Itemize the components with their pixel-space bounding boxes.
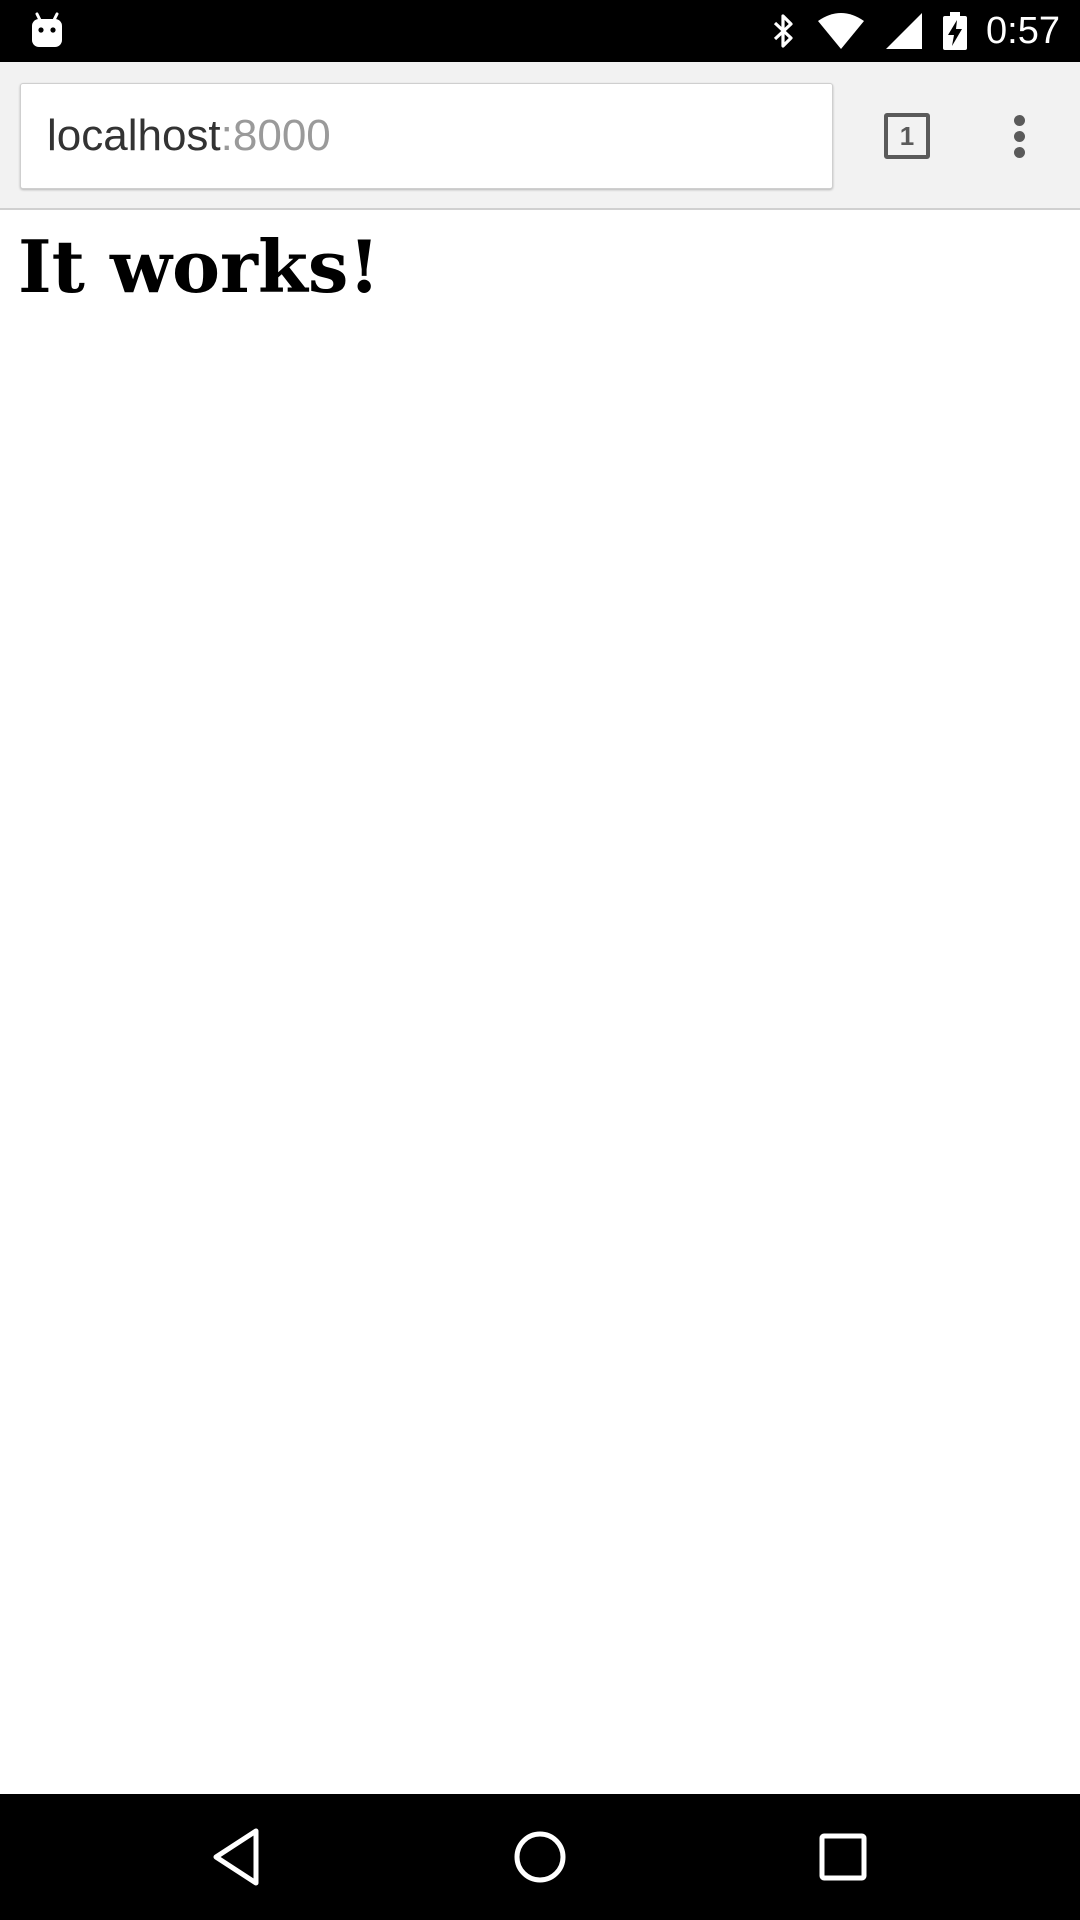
url-bar[interactable]: localhost:8000 [20,83,833,189]
tab-count: 1 [899,120,915,151]
battery-charging-icon [942,11,968,51]
back-button[interactable] [196,1817,276,1897]
status-clock: 0:57 [986,10,1060,52]
home-icon [500,1817,580,1897]
browser-toolbar: localhost:8000 1 [0,62,1080,210]
page-heading: It works! [18,224,380,309]
status-icons: 0:57 [770,0,1060,62]
signal-icon [884,11,924,51]
web-content: It works! [0,210,1080,1794]
home-button[interactable] [500,1817,580,1897]
tab-switcher-button[interactable]: 1 [884,113,930,159]
bluetooth-icon [770,11,798,51]
recents-button[interactable] [803,1817,883,1897]
overflow-menu-button[interactable] [1000,112,1040,162]
status-bar: 0:57 [0,0,1080,62]
back-icon [196,1817,276,1897]
url-host: localhost [47,111,221,160]
url-port: :8000 [220,111,331,160]
recents-icon [803,1817,883,1897]
navigation-bar [0,1794,1080,1920]
wifi-icon [816,11,866,51]
android-icon [30,10,64,50]
